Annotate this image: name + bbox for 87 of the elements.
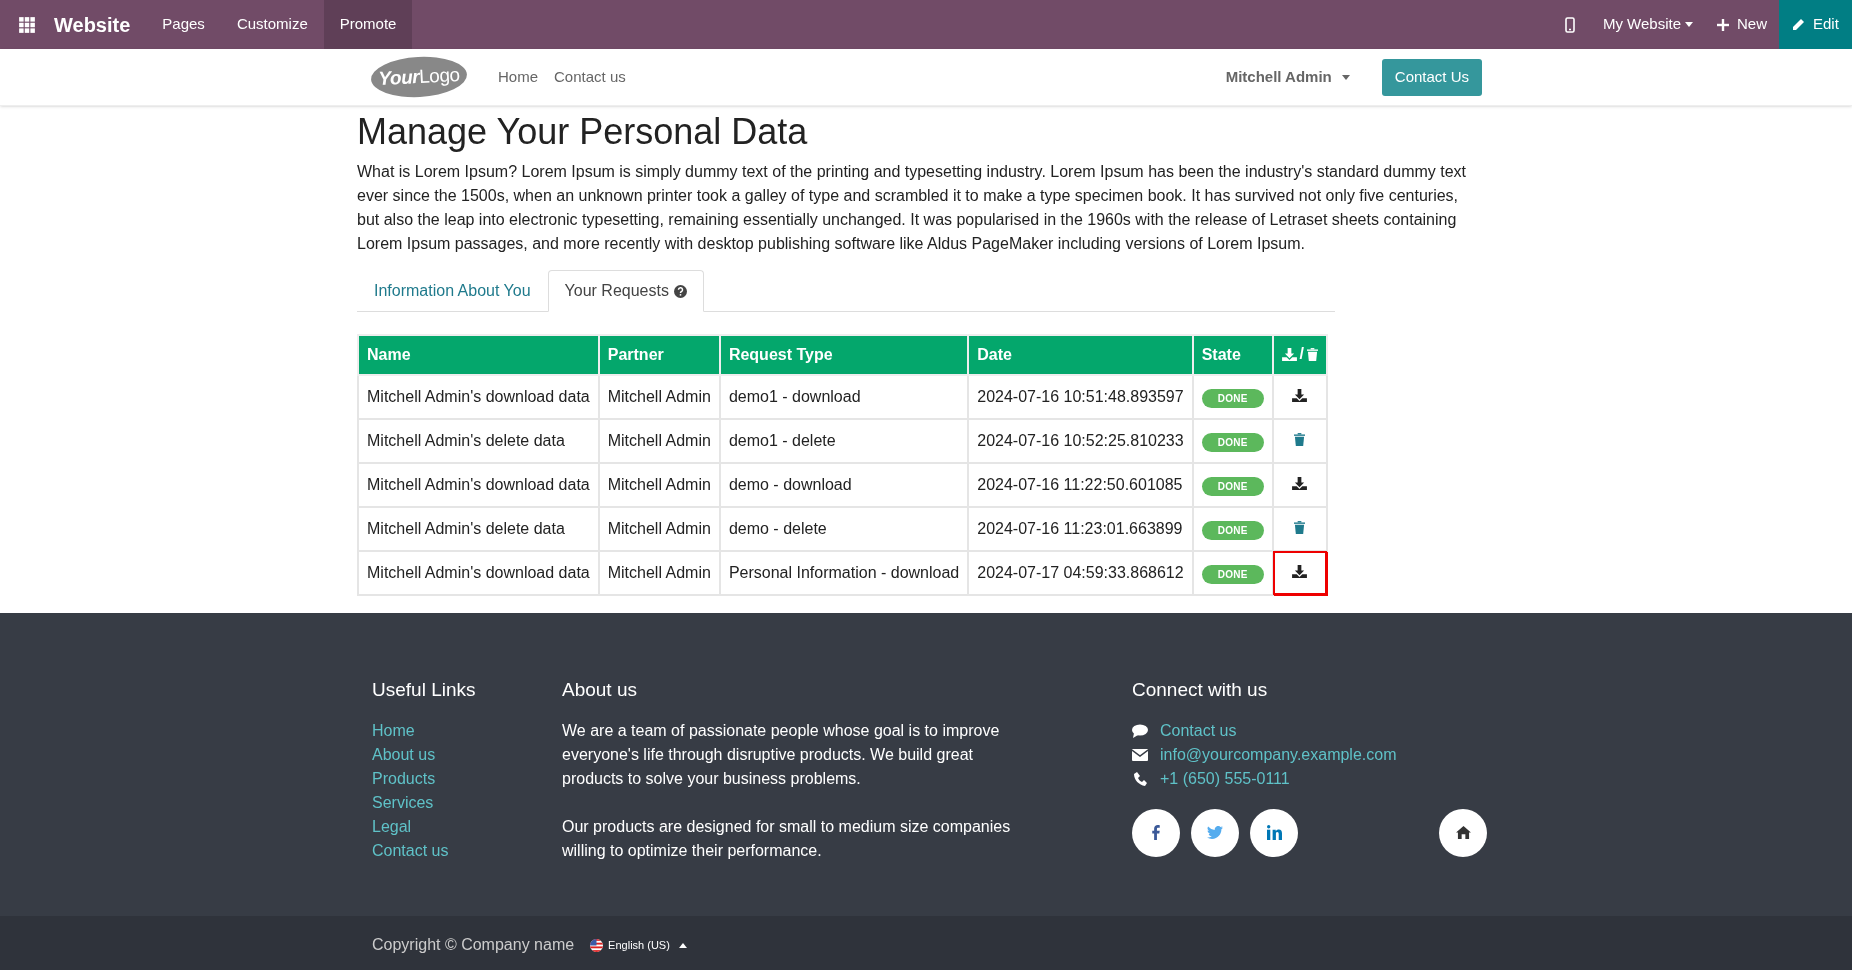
footer-link[interactable]: Services [372, 790, 434, 815]
home-button[interactable] [1439, 808, 1487, 857]
column-header: Name [358, 335, 599, 375]
copyright-text: Copyright © Company name [372, 935, 575, 955]
contact-link[interactable]: +1 (650) 555-0111 [1160, 766, 1290, 791]
status-badge: DONE [1201, 389, 1264, 408]
download-icon[interactable] [1292, 389, 1308, 402]
pencil-icon [1791, 17, 1805, 32]
edit-button[interactable]: Edit [1779, 0, 1852, 49]
linkedin-button[interactable] [1250, 808, 1298, 857]
new-button[interactable]: New [1705, 0, 1779, 49]
status-badge: DONE [1201, 565, 1264, 584]
table-cell: demo1 - delete [719, 419, 969, 463]
topbar-menu-item[interactable]: Pages [146, 0, 221, 49]
footer-link[interactable]: Products [372, 766, 436, 791]
footer-heading: Connect with us [1132, 678, 1269, 702]
table-cell: Mitchell Admin [598, 375, 720, 419]
download-icon[interactable] [1292, 565, 1308, 578]
table-cell: Mitchell Admin's delete data [358, 507, 599, 551]
about-paragraph: Our products are designed for small to medium size companies willing to optimize their performance. [562, 816, 1012, 861]
flag-icon [590, 938, 604, 952]
intro-paragraph: What is Lorem Ipsum? Lorem Ipsum is simply dummy text of the printing and typesetting industry. Lorem Ipsum has been the industry's standard dummy text ever since the 1500s, when an unknown printer took a galley of type and scrambled it to make a type specimen book. It has survived not only five centuries, but also the leap into electronic typesetting, remaining essentially unchanged. It was popularised in the 1960s with the release of Letraset sheets containing Lorem Ipsum passages, and more recently with desktop publishing software like Aldus PageMaker including versions of Lorem Ipsum. [357, 162, 1468, 254]
column-header: Date [968, 335, 1193, 375]
footer-heading: About us [562, 678, 638, 702]
app-title[interactable]: Website [54, 0, 147, 49]
about-paragraph: We are a team of passionate people whose goal is to improve everyone's life through disruptive products. We build great products to solve your business problems. [562, 720, 1001, 789]
envelope-icon [1132, 748, 1148, 761]
table-cell: Mitchell Admin [598, 419, 720, 463]
nav-link[interactable]: Contact us [554, 65, 626, 89]
contact-us-button[interactable]: Contact Us [1381, 58, 1482, 96]
linkedin-icon [1266, 825, 1282, 840]
bird-icon [1207, 826, 1223, 839]
table-cell: demo - delete [719, 507, 969, 551]
caret-icon [1685, 22, 1693, 27]
speech-bubble-icon [1132, 723, 1148, 738]
caret-icon [1341, 74, 1350, 80]
status-badge: DONE [1201, 477, 1264, 496]
table-cell: 2024-07-16 10:51:48.893597 [968, 375, 1193, 419]
download-icon [1281, 347, 1297, 361]
tab[interactable]: Your Requests [547, 270, 704, 312]
caret-icon [678, 942, 687, 948]
delete-icon[interactable] [1294, 433, 1306, 446]
footer-link[interactable]: Contact us [372, 838, 449, 863]
column-header: Request Type [719, 335, 969, 375]
footer-link[interactable]: About us [372, 742, 436, 767]
status-badge: DONE [1201, 433, 1264, 452]
tab[interactable]: Information About You [357, 270, 548, 312]
table-cell: Mitchell Admin's download data [358, 551, 599, 595]
language-selector[interactable]: English (US) [590, 936, 687, 954]
footer-link[interactable]: Legal [372, 814, 412, 839]
topbar-menu-item[interactable]: Customize [220, 0, 324, 49]
table-cell: Mitchell Admin's download data [358, 375, 599, 419]
trash-icon [1307, 347, 1318, 361]
table-cell: 2024-07-16 11:23:01.663899 [968, 507, 1193, 551]
table-cell: 2024-07-17 04:59:33.868612 [968, 551, 1193, 595]
table-cell: Mitchell Admin [598, 463, 720, 507]
table-cell: Mitchell Admin's download data [358, 463, 599, 507]
table-cell: demo - download [719, 463, 969, 507]
delete-icon[interactable] [1294, 521, 1306, 534]
plus-icon [1717, 18, 1729, 31]
table-cell: Mitchell Admin's delete data [358, 419, 599, 463]
twitter-button[interactable] [1191, 808, 1239, 857]
topbar-menu-item[interactable]: Promote [323, 0, 413, 49]
page-title: Manage Your Personal Data [357, 110, 809, 154]
contact-link[interactable]: Contact us [1160, 718, 1237, 743]
footer-heading: Useful Links [372, 678, 477, 702]
user-menu[interactable]: Mitchell Admin [1225, 65, 1350, 89]
phone-icon [1132, 771, 1148, 786]
facebook-button[interactable] [1132, 808, 1180, 857]
table-cell: demo1 - download [719, 375, 969, 419]
nav-link[interactable]: Home [498, 65, 538, 89]
status-badge: DONE [1201, 521, 1264, 540]
download-icon[interactable] [1292, 477, 1308, 490]
table-cell: 2024-07-16 10:52:25.810233 [968, 419, 1193, 463]
company-logo[interactable]: YourLogo [370, 54, 468, 100]
table-cell: 2024-07-16 11:22:50.601085 [968, 463, 1193, 507]
table-cell: Mitchell Admin [598, 551, 720, 595]
website-switcher[interactable]: My Website [1590, 0, 1705, 49]
column-header: Partner [598, 335, 720, 375]
table-cell: Mitchell Admin [598, 507, 720, 551]
home-icon [1455, 826, 1471, 839]
table-cell: Personal Information - download [719, 551, 969, 595]
contact-link[interactable]: info@yourcompany.example.com [1160, 742, 1397, 767]
separator-text: / [1299, 344, 1304, 365]
footer-link[interactable]: Home [372, 718, 415, 743]
column-header: State [1192, 335, 1273, 375]
facebook-icon [1152, 825, 1160, 840]
